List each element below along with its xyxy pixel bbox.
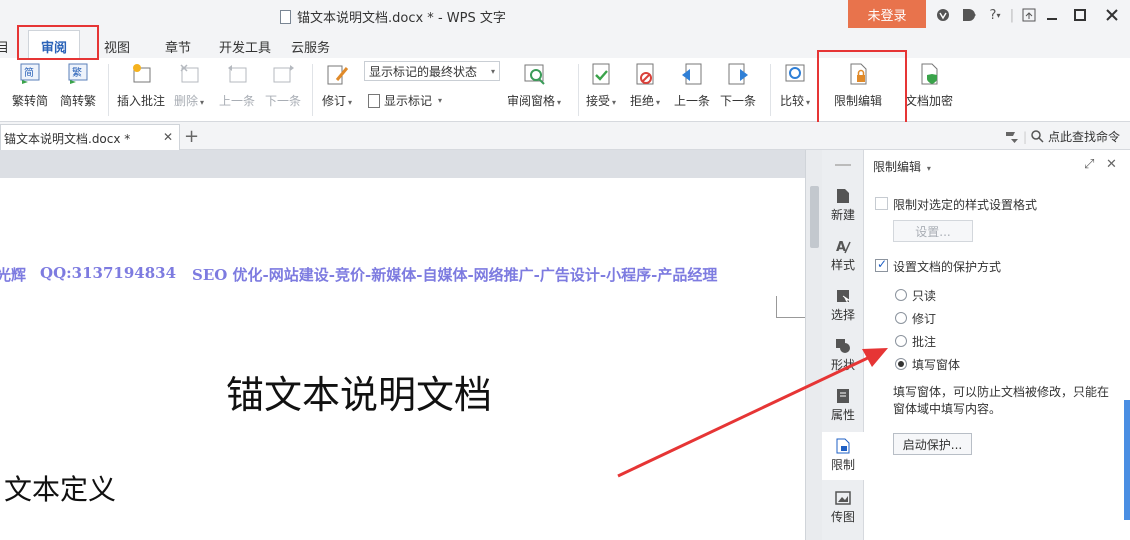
- annotation-arrow: [617, 348, 888, 478]
